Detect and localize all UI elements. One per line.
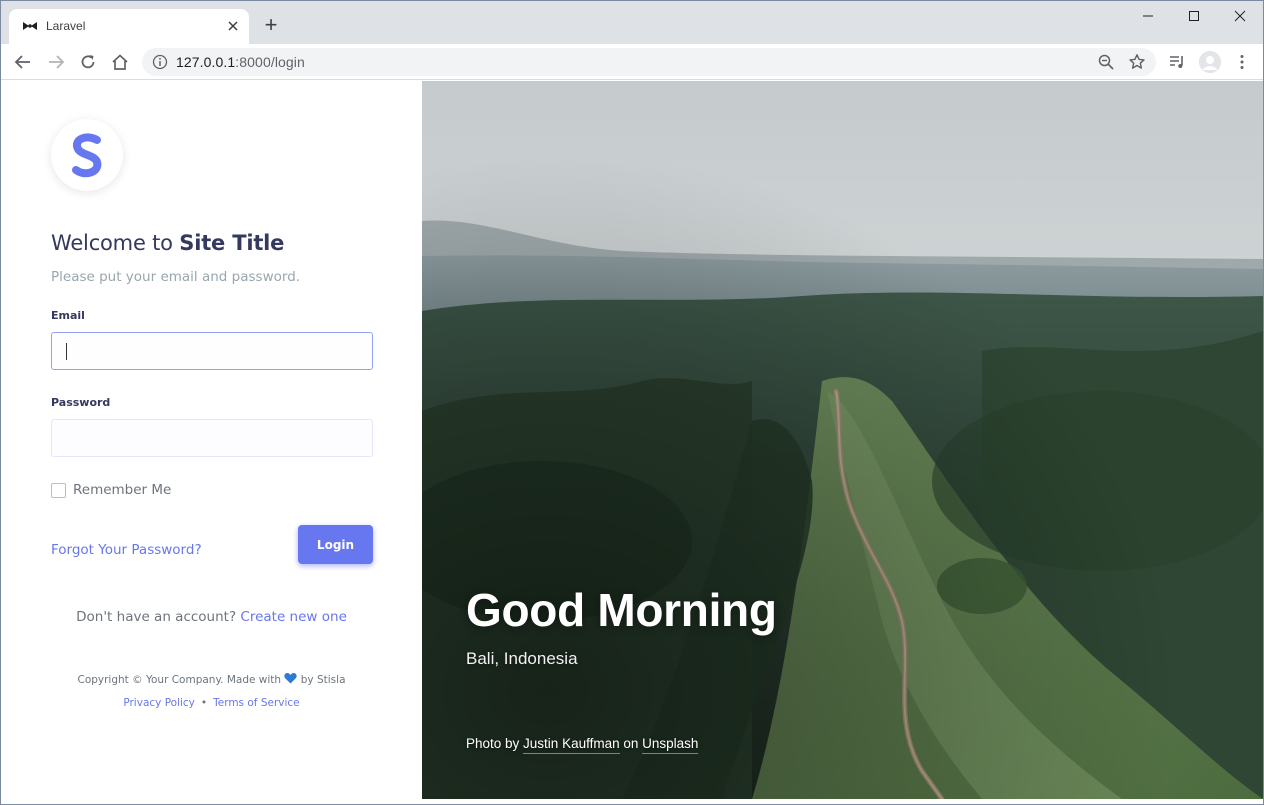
- photographer-link[interactable]: Justin Kauffman: [523, 736, 620, 754]
- footer-links: Privacy Policy • Terms of Service: [1, 697, 422, 709]
- email-field[interactable]: [51, 332, 373, 370]
- browser-toolbar: 127.0.0.1:8000/login: [1, 44, 1263, 80]
- new-tab-button[interactable]: +: [259, 14, 283, 38]
- browser-tab[interactable]: Laravel: [9, 9, 249, 44]
- tab-strip: Laravel +: [1, 1, 1263, 44]
- login-button[interactable]: Login: [298, 525, 373, 564]
- welcome-prefix: Welcome to: [51, 231, 180, 255]
- password-field[interactable]: [51, 419, 373, 457]
- forgot-password-link[interactable]: Forgot Your Password?: [51, 542, 202, 558]
- playlist-icon: [1170, 56, 1183, 68]
- back-button[interactable]: [11, 50, 35, 74]
- avatar-icon: [1199, 51, 1221, 73]
- bowtie-favicon-icon: [23, 22, 37, 30]
- password-label: Password: [51, 396, 111, 409]
- browser-menu-button[interactable]: [1230, 50, 1254, 74]
- login-panel: Welcome to Site Title Please put your em…: [1, 81, 422, 799]
- copyright-suffix: by Stisla: [297, 674, 346, 686]
- stisla-s-logo-icon: [72, 133, 102, 178]
- email-label: Email: [51, 309, 85, 322]
- copyright-prefix: Copyright © Your Company. Made with: [77, 674, 285, 686]
- bookmark-star-icon[interactable]: [1128, 53, 1146, 71]
- close-window-button[interactable]: [1217, 1, 1263, 31]
- unsplash-link[interactable]: Unsplash: [642, 736, 699, 754]
- location-text: Bali, Indonesia: [466, 649, 578, 668]
- heart-icon: [284, 673, 298, 684]
- zoom-out-icon[interactable]: [1097, 53, 1115, 71]
- credit-prefix: Photo by: [466, 736, 524, 751]
- info-icon[interactable]: [152, 54, 168, 70]
- signup-text: Don't have an account?: [76, 609, 241, 625]
- maximize-icon: [1189, 11, 1199, 21]
- url-path: :8000/login: [235, 54, 305, 70]
- stisla-logo: [51, 119, 123, 191]
- reload-icon: [81, 55, 95, 69]
- remember-me[interactable]: Remember Me: [51, 482, 171, 498]
- close-icon: [1234, 10, 1246, 22]
- home-button[interactable]: [108, 50, 132, 74]
- site-title: Site Title: [179, 231, 285, 255]
- address-bar[interactable]: 127.0.0.1:8000/login: [142, 48, 1156, 76]
- media-control-button[interactable]: [1165, 50, 1189, 74]
- remember-me-checkbox[interactable]: [51, 482, 66, 498]
- maximize-button[interactable]: [1171, 1, 1217, 31]
- profile-avatar[interactable]: [1199, 51, 1221, 73]
- url-host: 127.0.0.1: [176, 54, 236, 70]
- credit-middle: on: [619, 736, 643, 751]
- arrow-right-icon: [49, 55, 65, 69]
- copyright: Copyright © Your Company. Made with by S…: [1, 672, 422, 686]
- arrow-left-icon: [14, 55, 30, 69]
- welcome-heading: Welcome to Site Title: [51, 231, 284, 255]
- footer-separator: •: [200, 697, 208, 709]
- reload-button[interactable]: [76, 50, 100, 74]
- create-account-link[interactable]: Create new one: [240, 609, 346, 625]
- hero-background: Good Morning Bali, Indonesia Photo by Ju…: [422, 81, 1263, 799]
- text-caret: [66, 343, 67, 360]
- terms-of-service-link[interactable]: Terms of Service: [213, 697, 300, 709]
- remember-me-label[interactable]: Remember Me: [73, 482, 171, 498]
- minimize-icon: [1143, 15, 1153, 17]
- greeting-heading: Good Morning: [466, 584, 777, 636]
- kebab-menu-icon: [1240, 55, 1244, 69]
- url-text[interactable]: 127.0.0.1:8000/login: [176, 54, 305, 70]
- landscape-photo: [422, 81, 1263, 799]
- forward-button[interactable]: [44, 50, 68, 74]
- signup-prompt: Don't have an account? Create new one: [1, 609, 422, 625]
- login-subtitle: Please put your email and password.: [51, 269, 301, 285]
- home-icon: [112, 54, 128, 70]
- privacy-policy-link[interactable]: Privacy Policy: [123, 697, 195, 709]
- tab-title: Laravel: [46, 19, 86, 33]
- page-content: Welcome to Site Title Please put your em…: [1, 81, 1263, 799]
- tab-close-icon[interactable]: [225, 18, 241, 34]
- browser-window: Laravel + 127.0.0.1:8000/login Welcome t…: [0, 0, 1264, 805]
- photo-credit: Photo by Justin Kauffman on Unsplash: [466, 736, 699, 754]
- minimize-button[interactable]: [1125, 1, 1171, 31]
